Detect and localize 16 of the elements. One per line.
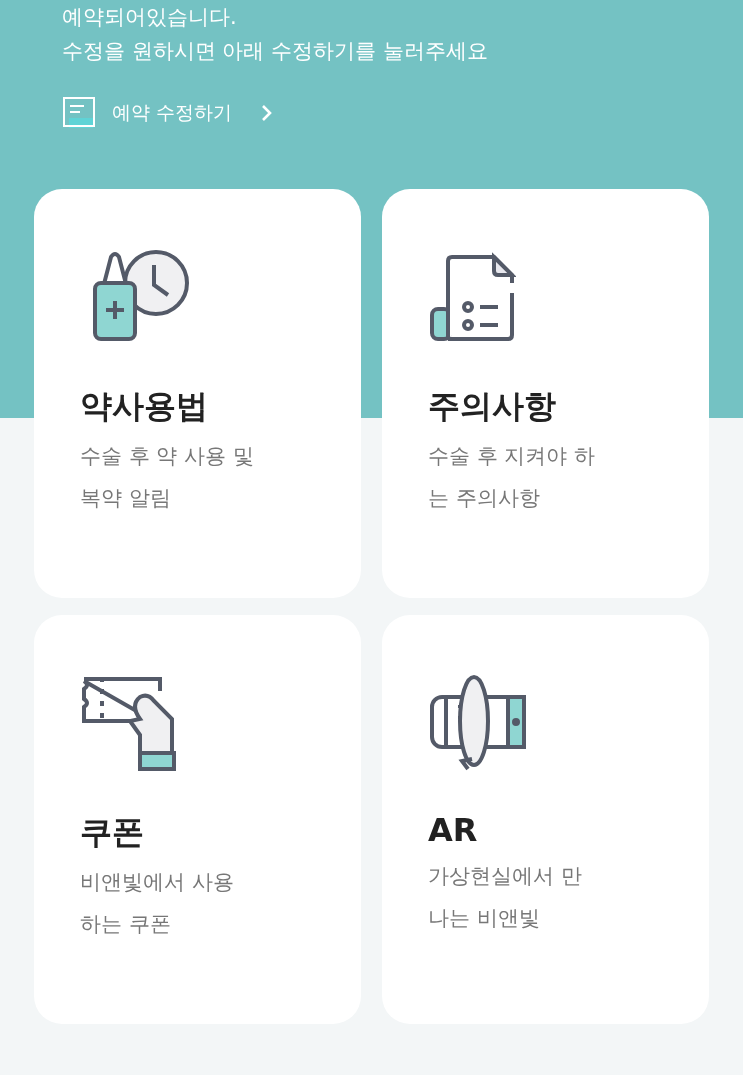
menu-card[interactable]: 쿠폰 비앤빛에서 사용 하는 쿠폰 — [34, 615, 361, 1024]
menu-card[interactable]: AR 가상현실에서 만 나는 비앤빛 — [382, 615, 709, 1024]
card-title: 쿠폰 — [80, 812, 145, 853]
reservation-message: 수정을 원하시면 아래 수정하기를 눌러주세요 — [62, 38, 489, 65]
document-icon — [62, 96, 98, 130]
card-description: 수술 후 약 사용 및 복약 알림 — [80, 443, 255, 512]
card-description: 비앤빛에서 사용 하는 쿠폰 — [80, 869, 235, 938]
rotating-phone-icon — [428, 673, 528, 773]
card-description: 수술 후 지켜야 하 는 주의사항 — [428, 443, 597, 512]
card-title: 약사용법 — [80, 386, 209, 427]
menu-card[interactable]: 약사용법 수술 후 약 사용 및 복약 알림 — [34, 189, 361, 598]
menu-card[interactable]: 주의사항 수술 후 지켜야 하 는 주의사항 — [382, 189, 709, 598]
card-title: AR — [428, 811, 479, 849]
card-description: 가상현실에서 만 나는 비앤빛 — [428, 863, 583, 932]
reservation-message: 예약되어있습니다. — [62, 4, 238, 31]
card-title: 주의사항 — [428, 386, 557, 427]
